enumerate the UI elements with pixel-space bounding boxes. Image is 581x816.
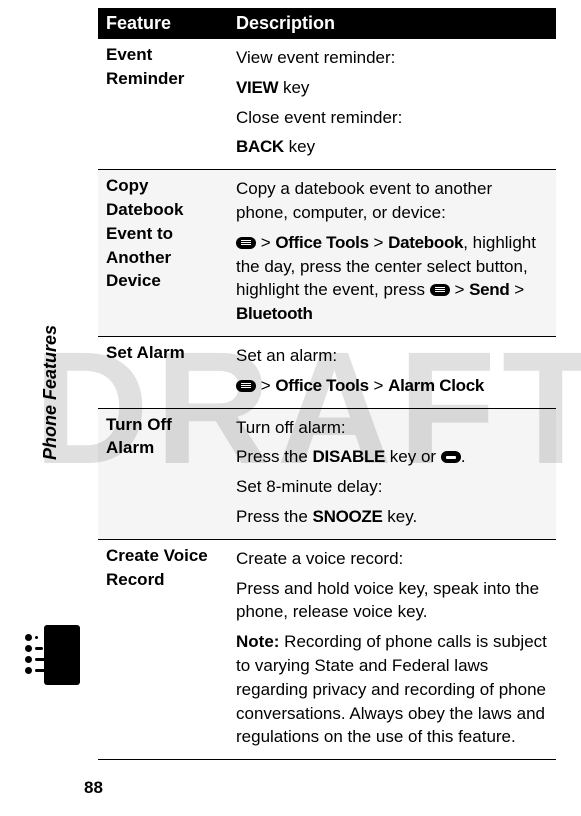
- office-tools-label: Office Tools: [275, 376, 368, 395]
- desc-text: BACK key: [236, 135, 548, 159]
- desc-text: Turn off alarm:: [236, 416, 548, 440]
- desc-text: VIEW key: [236, 76, 548, 100]
- desc-text: Press the: [236, 447, 313, 466]
- desc-text: >: [369, 376, 388, 395]
- desc-text: Set 8-minute delay:: [236, 475, 548, 499]
- desc-text: Press and hold voice key, speak into the…: [236, 577, 548, 625]
- desc-text: >: [509, 280, 524, 299]
- features-table: Feature Description Event Reminder View …: [98, 8, 556, 760]
- description-cell: Turn off alarm: Press the DISABLE key or…: [228, 408, 556, 539]
- desc-text: Press the SNOOZE key.: [236, 505, 548, 529]
- snooze-key-label: SNOOZE: [313, 507, 383, 526]
- table-row: Create Voice Record Create a voice recor…: [98, 539, 556, 759]
- desc-text: >: [369, 233, 388, 252]
- description-cell: Set an alarm: > Office Tools > Alarm Clo…: [228, 336, 556, 408]
- speaker-lines-icon: [25, 625, 80, 685]
- view-key-label: VIEW: [236, 78, 278, 97]
- description-cell: Copy a datebook event to another phone, …: [228, 170, 556, 337]
- description-cell: View event reminder: VIEW key Close even…: [228, 39, 556, 170]
- desc-text: > Office Tools > Datebook, highlight the…: [236, 231, 548, 326]
- desc-text: Close event reminder:: [236, 106, 548, 130]
- table-row: Event Reminder View event reminder: VIEW…: [98, 39, 556, 170]
- desc-text: View event reminder:: [236, 46, 548, 70]
- content-area: Feature Description Event Reminder View …: [98, 8, 556, 760]
- bluetooth-label: Bluetooth: [236, 304, 313, 323]
- desc-text: >: [256, 376, 275, 395]
- header-feature: Feature: [98, 8, 228, 39]
- feature-cell: Copy Datebook Event to Another Device: [98, 170, 228, 337]
- feature-cell: Set Alarm: [98, 336, 228, 408]
- desc-text: key: [284, 137, 315, 156]
- desc-text: Create a voice record:: [236, 547, 548, 571]
- menu-key-icon: [236, 237, 256, 249]
- description-cell: Create a voice record: Press and hold vo…: [228, 539, 556, 759]
- desc-text: >: [256, 233, 275, 252]
- desc-text: key: [278, 78, 309, 97]
- desc-text: key or: [385, 447, 441, 466]
- datebook-label: Datebook: [388, 233, 463, 252]
- end-key-icon: [441, 451, 461, 463]
- header-description: Description: [228, 8, 556, 39]
- desc-text: >: [450, 280, 469, 299]
- desc-text: > Office Tools > Alarm Clock: [236, 374, 548, 398]
- table-row: Copy Datebook Event to Another Device Co…: [98, 170, 556, 337]
- feature-cell: Turn Off Alarm: [98, 408, 228, 539]
- desc-text: Press the DISABLE key or .: [236, 445, 548, 469]
- back-key-label: BACK: [236, 137, 284, 156]
- section-label: Phone Features: [40, 325, 61, 460]
- feature-cell: Create Voice Record: [98, 539, 228, 759]
- page-number: 88: [84, 778, 103, 798]
- menu-key-icon: [430, 284, 450, 296]
- feature-cell: Event Reminder: [98, 39, 228, 170]
- send-label: Send: [469, 280, 509, 299]
- desc-text: .: [461, 447, 466, 466]
- menu-key-icon: [236, 380, 256, 392]
- desc-text: Note: Recording of phone calls is subjec…: [236, 630, 548, 749]
- desc-text: Copy a datebook event to another phone, …: [236, 177, 548, 225]
- note-label: Note:: [236, 632, 284, 651]
- office-tools-label: Office Tools: [275, 233, 368, 252]
- table-row: Turn Off Alarm Turn off alarm: Press the…: [98, 408, 556, 539]
- alarm-clock-label: Alarm Clock: [388, 376, 484, 395]
- desc-text: Set an alarm:: [236, 344, 548, 368]
- table-row: Set Alarm Set an alarm: > Office Tools >…: [98, 336, 556, 408]
- desc-text: key.: [383, 507, 418, 526]
- desc-text: Press the: [236, 507, 313, 526]
- disable-key-label: DISABLE: [313, 447, 386, 466]
